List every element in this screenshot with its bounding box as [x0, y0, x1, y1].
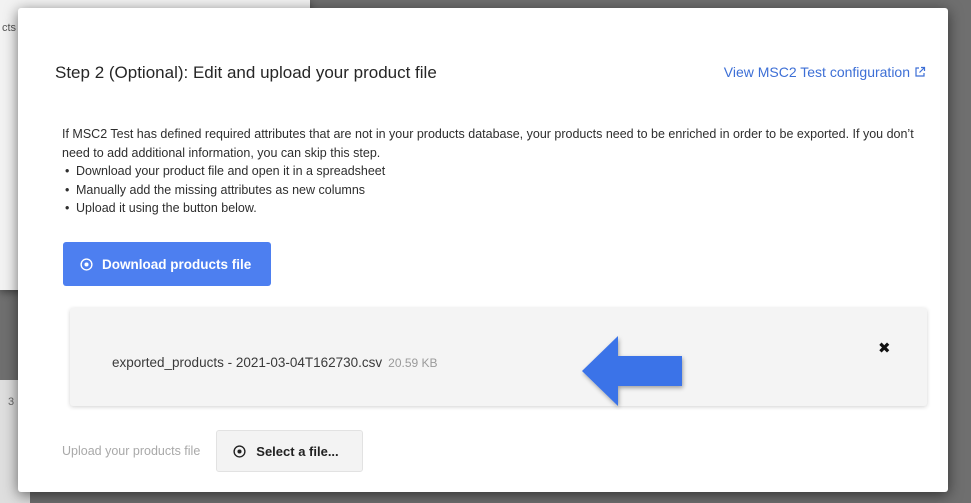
file-name: exported_products - 2021-03-04T162730.cs… — [112, 355, 383, 370]
step-card: Step 2 (Optional): Edit and upload your … — [18, 8, 948, 492]
instruction-item: Download your product file and open it i… — [62, 162, 932, 181]
file-size: 20.59 KB — [388, 356, 438, 370]
file-info: exported_products - 2021-03-04T162730.cs… — [112, 355, 438, 370]
background-window-char: 3 — [8, 396, 15, 408]
close-icon[interactable]: ✖ — [878, 341, 891, 356]
annotation-arrow-icon — [582, 336, 682, 406]
page-title: Step 2 (Optional): Edit and upload your … — [55, 63, 437, 82]
upload-row: Upload your products file Select a file.… — [62, 430, 364, 472]
instructions-intro: If MSC2 Test has defined required attrib… — [62, 127, 914, 160]
instructions: If MSC2 Test has defined required attrib… — [62, 125, 932, 218]
upload-label: Upload your products file — [62, 444, 201, 458]
download-products-button[interactable]: Download products file — [63, 242, 271, 286]
uploaded-file-panel: exported_products - 2021-03-04T162730.cs… — [70, 308, 927, 406]
config-link-label: View MSC2 Test configuration — [723, 64, 910, 80]
select-file-label: Select a file... — [256, 443, 339, 459]
external-link-icon — [915, 66, 926, 77]
instruction-item: Upload it using the button below. — [62, 199, 932, 218]
upload-circle-icon — [233, 444, 246, 458]
select-file-button[interactable]: Select a file... — [216, 430, 364, 472]
download-button-label: Download products file — [102, 256, 252, 272]
background-window-text: cts — [2, 22, 17, 34]
view-configuration-link[interactable]: View MSC2 Test configuration — [724, 64, 926, 80]
instruction-item: Manually add the missing attributes as n… — [62, 181, 932, 200]
download-circle-icon — [80, 257, 93, 271]
instructions-list: Download your product file and open it i… — [62, 162, 932, 218]
